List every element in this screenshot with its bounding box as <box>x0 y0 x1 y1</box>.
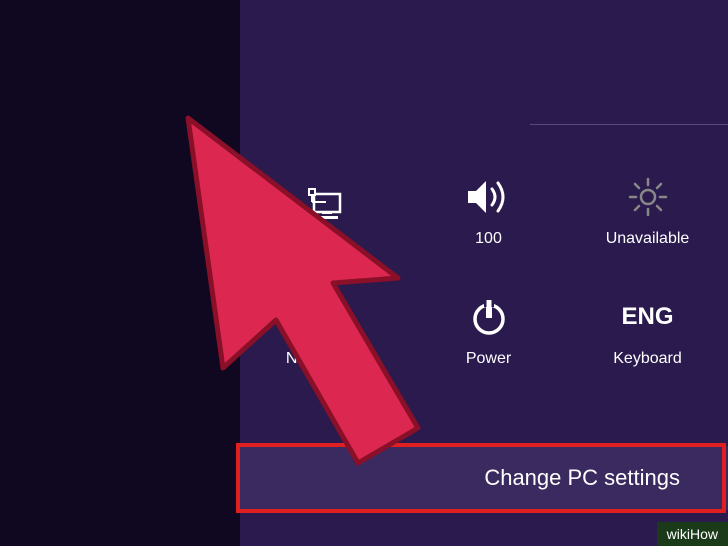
brightness-icon <box>623 172 673 222</box>
network-tile[interactable] <box>250 150 409 270</box>
divider <box>530 124 728 125</box>
brightness-label: Unavailable <box>606 230 690 248</box>
change-pc-settings-button[interactable]: Change PC settings <box>240 446 728 510</box>
watermark: wikiHow <box>657 522 728 546</box>
keyboard-label: Keyboard <box>613 350 682 368</box>
change-pc-settings-label: Change PC settings <box>484 465 680 491</box>
keyboard-tile[interactable]: ENG Keyboard <box>568 270 727 390</box>
notifications-icon <box>305 292 355 342</box>
power-tile[interactable]: Power <box>409 270 568 390</box>
volume-tile[interactable]: 100 <box>409 150 568 270</box>
volume-icon <box>464 172 514 222</box>
keyboard-lang-text: ENG <box>622 303 674 331</box>
power-icon <box>464 292 514 342</box>
desktop-background <box>0 0 240 546</box>
notifications-label: Notifications <box>286 350 373 368</box>
settings-grid: 100 Unavailable <box>250 150 728 390</box>
keyboard-icon: ENG <box>623 292 673 342</box>
power-label: Power <box>466 350 511 368</box>
network-icon <box>305 181 355 231</box>
notifications-tile[interactable]: Notifications <box>250 270 409 390</box>
brightness-tile[interactable]: Unavailable <box>568 150 727 270</box>
volume-label: 100 <box>475 230 502 248</box>
